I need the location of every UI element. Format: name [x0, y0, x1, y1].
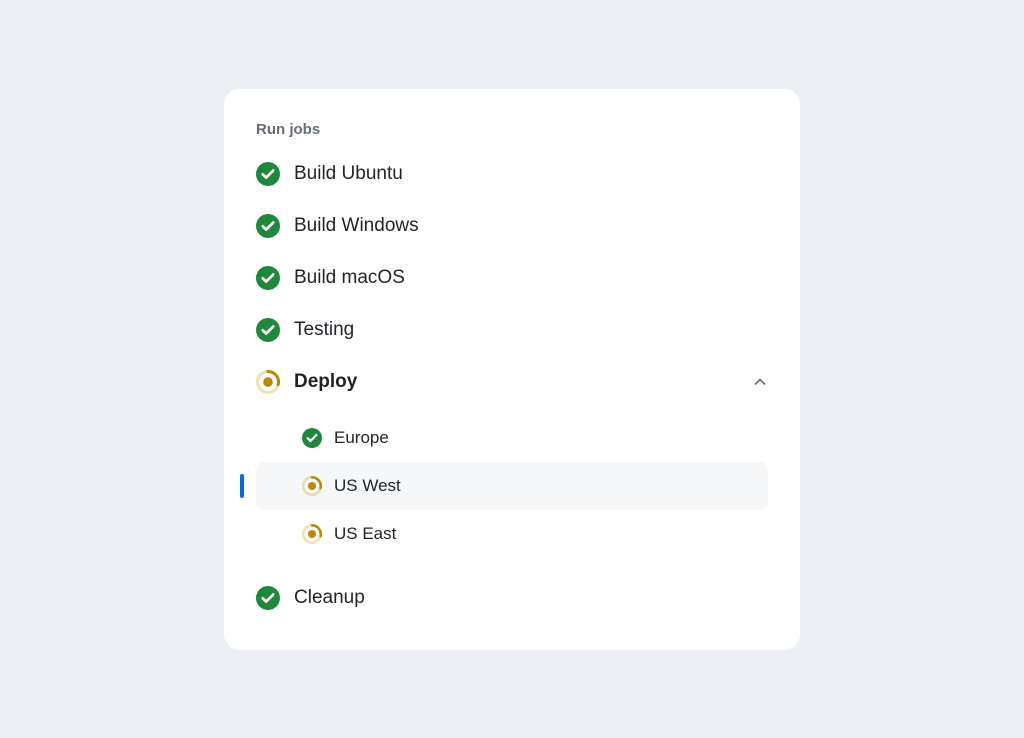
sub-job-us-east[interactable]: US East [256, 510, 768, 558]
job-label: Build Ubuntu [294, 163, 403, 185]
check-circle-icon [256, 266, 280, 290]
job-cleanup[interactable]: Cleanup [256, 586, 768, 610]
job-list: Build Ubuntu Build Windows Build macOS T… [256, 162, 768, 610]
job-label: Build macOS [294, 267, 405, 289]
deploy-sub-list: Europe US West US Ea [256, 414, 768, 558]
check-circle-icon [302, 428, 322, 448]
job-label: Deploy [294, 371, 357, 393]
job-label: Testing [294, 319, 354, 341]
check-circle-icon [256, 318, 280, 342]
job-build-ubuntu[interactable]: Build Ubuntu [256, 162, 768, 186]
sub-job-europe[interactable]: Europe [256, 414, 768, 462]
sub-job-label: Europe [334, 428, 389, 448]
check-circle-icon [256, 586, 280, 610]
sub-job-us-west[interactable]: US West [256, 462, 768, 510]
section-title: Run jobs [256, 121, 768, 138]
check-circle-icon [256, 162, 280, 186]
in-progress-icon [302, 476, 322, 496]
sub-job-label: US West [334, 476, 401, 496]
in-progress-icon [256, 370, 280, 394]
job-deploy[interactable]: Deploy [256, 370, 768, 394]
sub-job-label: US East [334, 524, 396, 544]
job-build-macos[interactable]: Build macOS [256, 266, 768, 290]
in-progress-icon [302, 524, 322, 544]
chevron-up-icon [752, 374, 768, 390]
jobs-card: Run jobs Build Ubuntu Build Windows Buil… [224, 89, 800, 650]
job-testing[interactable]: Testing [256, 318, 768, 342]
job-label: Build Windows [294, 215, 419, 237]
job-build-windows[interactable]: Build Windows [256, 214, 768, 238]
job-label: Cleanup [294, 587, 365, 609]
check-circle-icon [256, 214, 280, 238]
job-deploy-group: Deploy Europe [256, 370, 768, 558]
